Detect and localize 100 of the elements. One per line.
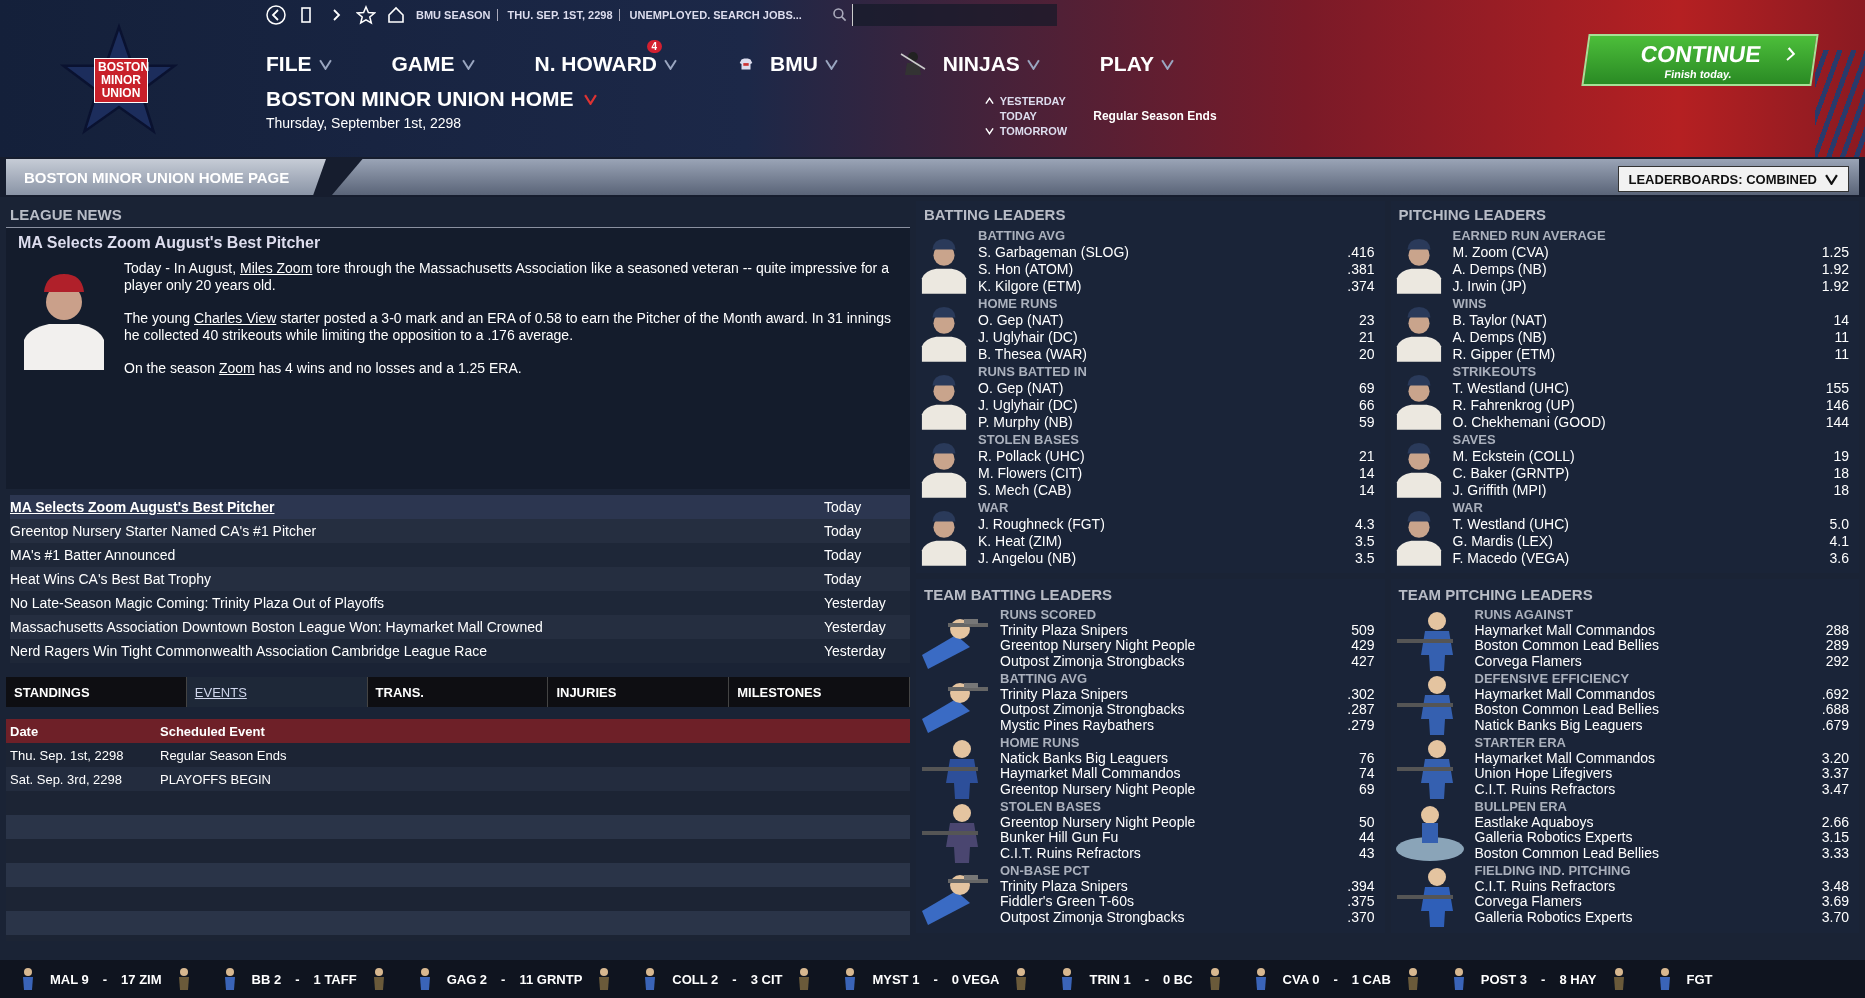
player-name[interactable]: J. Roughneck (FGT) [978,516,1105,533]
player-name[interactable]: J. Angelou (NB) [978,550,1077,567]
player-name[interactable]: J. Griffith (MPI) [1452,482,1547,499]
player-name[interactable]: A. Demps (NB) [1452,261,1547,278]
score-text[interactable]: BB 2 [251,971,282,987]
status-link[interactable]: UNEMPLOYED. SEARCH JOBS... [629,9,808,21]
score-text[interactable]: 0 VEGA [951,971,1000,987]
news-headline-link[interactable]: Massachusetts Association Downtown Boston League Won: Haymarket Mall Crowned [10,619,543,635]
team-name[interactable]: Bunker Hill Gun Fu [1000,830,1119,846]
player-name[interactable]: M. Eckstein (COLL) [1452,448,1575,465]
news-headline-link[interactable]: MA Selects Zoom August's Best Pitcher [10,499,275,515]
team-name[interactable]: Haymarket Mall Commandos [1474,622,1655,639]
down-chevron-icon[interactable] [984,126,994,135]
menu-item[interactable]: PLAY [1099,40,1178,76]
tab[interactable]: TRANS. [367,677,549,707]
team-name[interactable]: Outpost Zimonja Strongbacks [1000,653,1185,670]
player-name[interactable]: S. Mech (CAB) [978,482,1072,499]
news-headline-link[interactable]: Heat Wins CA's Best Bat Trophy [10,571,212,587]
player-link[interactable]: Zoom [218,360,255,376]
team-name[interactable]: Outpost Zimonja Strongbacks [1000,909,1185,926]
player-name[interactable]: J. Uglyhair (DC) [978,397,1078,414]
menu-item[interactable]: N. HOWARD 4 [534,40,681,76]
continue-button[interactable]: CONTINUE Finish today. [1581,34,1819,86]
score-text[interactable]: TRIN 1 [1089,971,1131,987]
player-name[interactable]: K. Heat (ZIM) [978,533,1062,550]
team-name[interactable]: Natick Banks Big Leaguers [1000,750,1169,767]
player-link[interactable]: Charles View [194,310,277,326]
team-name[interactable]: Boston Common Lead Bellies [1474,845,1659,862]
player-name[interactable]: B. Thesea (WAR) [978,346,1087,363]
home-icon[interactable] [386,5,406,25]
player-name[interactable]: C. Baker (GRNTP) [1452,465,1570,482]
team-name[interactable]: Trinity Plaza Snipers [1000,622,1128,639]
score-text[interactable]: CVA 0 [1282,971,1320,987]
score-text[interactable]: 11 GRNTP [519,971,583,987]
tab[interactable]: EVENTS [186,677,368,707]
player-name[interactable]: R. Fahrenkrog (UP) [1452,397,1575,414]
menu-item[interactable]: BMU [737,40,842,76]
news-headline-link[interactable]: Nerd Ragers Win Tight Commonwealth Association Cambridge League Race [10,643,487,659]
score-text[interactable]: 3 CIT [750,971,783,987]
team-name[interactable]: Mystic Pines Raybathers [1000,717,1155,734]
team-name[interactable]: Haymarket Mall Commandos [1474,686,1655,703]
team-name[interactable]: C.I.T. Ruins Refractors [1000,845,1141,862]
team-name[interactable]: Trinity Plaza Snipers [1000,686,1128,703]
previous-day-link[interactable]: YESTERDAY [999,94,1066,107]
team-name[interactable]: Boston Common Lead Bellies [1474,702,1659,718]
score-text[interactable]: 17 ZIM [121,971,162,987]
player-name[interactable]: R. Gipper (ETM) [1452,346,1556,363]
team-name[interactable]: Outpost Zimonja Strongbacks [1000,702,1185,718]
menu-item[interactable]: NINJAS [897,37,1044,79]
player-name[interactable]: B. Taylor (NAT) [1452,312,1547,329]
team-name[interactable]: C.I.T. Ruins Refractors [1474,781,1616,798]
score-text[interactable]: MAL 9 [50,971,89,987]
score-text[interactable]: POST 3 [1480,971,1528,987]
score-text[interactable]: GAG 2 [446,971,488,987]
team-name[interactable]: Corvega Flamers [1474,653,1582,670]
up-chevron-icon[interactable] [984,96,994,105]
team-name[interactable]: Boston Common Lead Bellies [1474,638,1659,654]
score-text[interactable]: COLL 2 [672,971,719,987]
team-name[interactable]: Greentop Nursery Night People [1000,781,1196,798]
team-name[interactable]: Haymarket Mall Commandos [1474,750,1655,767]
player-name[interactable]: T. Westland (UHC) [1452,516,1569,533]
player-name[interactable]: M. Zoom (CVA) [1452,244,1549,261]
menu-item[interactable]: GAME [391,40,479,76]
score-text[interactable]: MYST 1 [872,971,920,987]
score-text[interactable]: 1 CAB [1351,971,1391,987]
player-name[interactable]: K. Kilgore (ETM) [978,278,1082,295]
score-text[interactable]: FGT [1686,971,1713,987]
score-text[interactable]: 8 HAY [1559,971,1597,987]
team-name[interactable]: Union Hope Lifegivers [1474,766,1613,782]
tab[interactable]: STANDINGS [6,677,187,707]
player-name[interactable]: O. Gep (NAT) [978,312,1064,329]
player-name[interactable]: J. Irwin (JP) [1452,278,1527,295]
player-name[interactable]: T. Westland (UHC) [1452,380,1569,397]
search-field[interactable] [851,4,1057,26]
tab[interactable]: INJURIES [548,677,730,707]
team-name[interactable]: Haymarket Mall Commandos [1000,766,1181,782]
menu-item[interactable]: FILE [266,40,336,76]
player-name[interactable]: O. Gep (NAT) [978,380,1064,397]
back-icon[interactable] [266,5,286,25]
leaderboard-dropdown[interactable]: LEADERBOARDS: COMBINED [1617,166,1849,192]
news-headline-link[interactable]: Greentop Nursery Starter Named CA's #1 Pitcher [10,523,317,539]
tab[interactable]: MILESTONES [729,677,910,707]
player-name[interactable]: S. Hon (ATOM) [978,261,1074,278]
star-icon[interactable] [356,5,376,25]
team-name[interactable]: Trinity Plaza Snipers [1000,878,1128,895]
news-headline-link[interactable]: MA's #1 Batter Announced [10,547,176,563]
player-name[interactable]: M. Flowers (CIT) [978,465,1083,482]
team-name[interactable]: Corvega Flamers [1474,894,1582,910]
player-name[interactable]: G. Mardis (LEX) [1452,533,1553,550]
player-name[interactable]: O. Chekhemani (GOOD) [1452,414,1606,431]
news-headline-link[interactable]: No Late-Season Magic Coming: Trinity Plaza Out of Playoffs [10,595,385,611]
player-name[interactable]: R. Pollack (UHC) [978,448,1085,465]
next-day-link[interactable]: TOMORROW [999,124,1068,137]
score-text[interactable]: 0 BC [1162,971,1193,987]
player-name[interactable]: F. Macedo (VEGA) [1452,550,1570,567]
team-name[interactable]: Eastlake Aquaboys [1474,814,1594,831]
team-name[interactable]: Fiddler's Green T-60s [1000,894,1134,910]
team-name[interactable]: Galleria Robotics Experts [1474,830,1633,846]
team-name[interactable]: Greentop Nursery Night People [1000,814,1196,831]
score-text[interactable]: 1 TAFF [313,971,357,987]
